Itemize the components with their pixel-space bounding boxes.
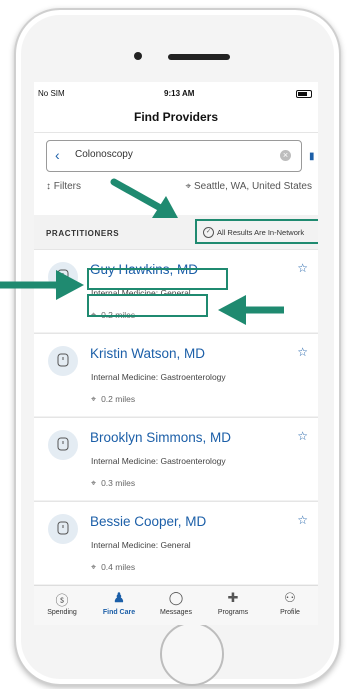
distance-value: 0.3 miles [101,478,136,488]
location-button[interactable]: ⌖ Seattle, WA, United States [186,181,312,192]
filters-button[interactable]: ↕ Filters [46,181,81,192]
battery-icon [296,90,312,98]
carrier-label: No SIM [38,89,65,98]
provider-distance: ⌖ 0.4 miles [91,562,135,573]
filters-label: Filters [53,181,82,192]
in-network-badge: ✓ All Results Are In-Network [195,219,318,244]
doctor-icon [57,437,69,451]
avatar [48,430,78,460]
chat-bubble-icon: ◯ [168,590,184,605]
dollar-icon: ⓢ [55,593,69,608]
avatar [48,514,78,544]
arrow-to-specialty-icon [0,270,84,300]
distance-value: 0.2 miles [101,394,136,404]
person-icon: ⚇ [284,590,296,605]
provider-name[interactable]: Bessie Cooper, MD [90,514,206,529]
search-value: Colonoscopy [75,149,133,160]
tab-label: Find Care [102,609,136,616]
map-icon[interactable]: ▮ [309,151,315,162]
provider-distance: ⌖ 0.2 miles [91,394,135,405]
provider-card[interactable]: Bessie Cooper, MD Internal Medicine: Gen… [34,501,318,584]
provider-specialty: Internal Medicine: Gastroenterology [91,456,226,466]
favorite-star-icon[interactable]: ☆ [297,261,308,275]
tab-profile[interactable]: ⚇ Profile [262,586,318,625]
section-title: PRACTITIONERS [46,229,120,238]
location-pin-icon: ⌖ [91,562,97,572]
search-input[interactable]: ‹ Colonoscopy × [46,140,302,172]
tab-spending[interactable]: ⓢ Spending [34,586,90,625]
location-pin-icon: ⌖ [91,478,97,488]
provider-specialty: Internal Medicine: General [91,540,191,550]
plus-cross-icon: ✚ [227,590,239,605]
arrow-to-distance-icon [218,295,284,325]
location-label: Seattle, WA, United States [193,181,312,192]
tab-find-care[interactable]: ♟ Find Care [91,586,147,625]
avatar [48,346,78,376]
provider-specialty: Internal Medicine: Gastroenterology [91,372,226,382]
clock: 9:13 AM [164,89,195,98]
doctor-icon [57,521,69,535]
favorite-star-icon[interactable]: ☆ [297,429,308,443]
favorite-star-icon[interactable]: ☆ [297,513,308,527]
clear-icon[interactable]: × [280,150,291,161]
filter-icon: ↕ [46,181,51,192]
doctor-icon [57,353,69,367]
app-screen: No SIM 9:13 AM Find Providers ‹ Colonosc… [34,82,318,625]
location-pin-icon: ⌖ [185,181,192,192]
tab-programs[interactable]: ✚ Programs [205,586,261,625]
tab-bar: ⓢ Spending ♟ Find Care ◯ Messages ✚ Prog… [34,585,318,625]
tab-label: Spending [47,609,77,616]
page-title: Find Providers [34,104,318,133]
in-network-label: All Results Are In-Network [217,228,305,237]
tab-label: Programs [217,609,249,616]
status-bar: No SIM 9:13 AM [34,82,318,104]
provider-name[interactable]: Kristin Watson, MD [90,346,205,361]
arrow-to-badge-icon [110,178,178,218]
check-circle-icon: ✓ [203,227,214,238]
speaker-grille [168,54,230,60]
home-button[interactable] [160,622,224,686]
distance-value: 0.4 miles [101,562,136,572]
specialty-highlight-box [87,268,228,290]
tab-label: Messages [160,609,192,616]
provider-card[interactable]: Kristin Watson, MD Internal Medicine: Ga… [34,333,318,416]
provider-distance: ⌖ 0.3 miles [91,478,135,489]
doctor-icon: ♟ [113,590,125,605]
favorite-star-icon[interactable]: ☆ [297,345,308,359]
camera-icon [134,52,142,60]
provider-name[interactable]: Brooklyn Simmons, MD [90,430,231,445]
provider-card[interactable]: Brooklyn Simmons, MD Internal Medicine: … [34,417,318,500]
distance-highlight-box [87,294,208,317]
tab-label: Profile [280,609,300,616]
chevron-left-icon[interactable]: ‹ [55,148,60,162]
location-pin-icon: ⌖ [91,394,97,404]
tab-messages[interactable]: ◯ Messages [148,586,204,625]
